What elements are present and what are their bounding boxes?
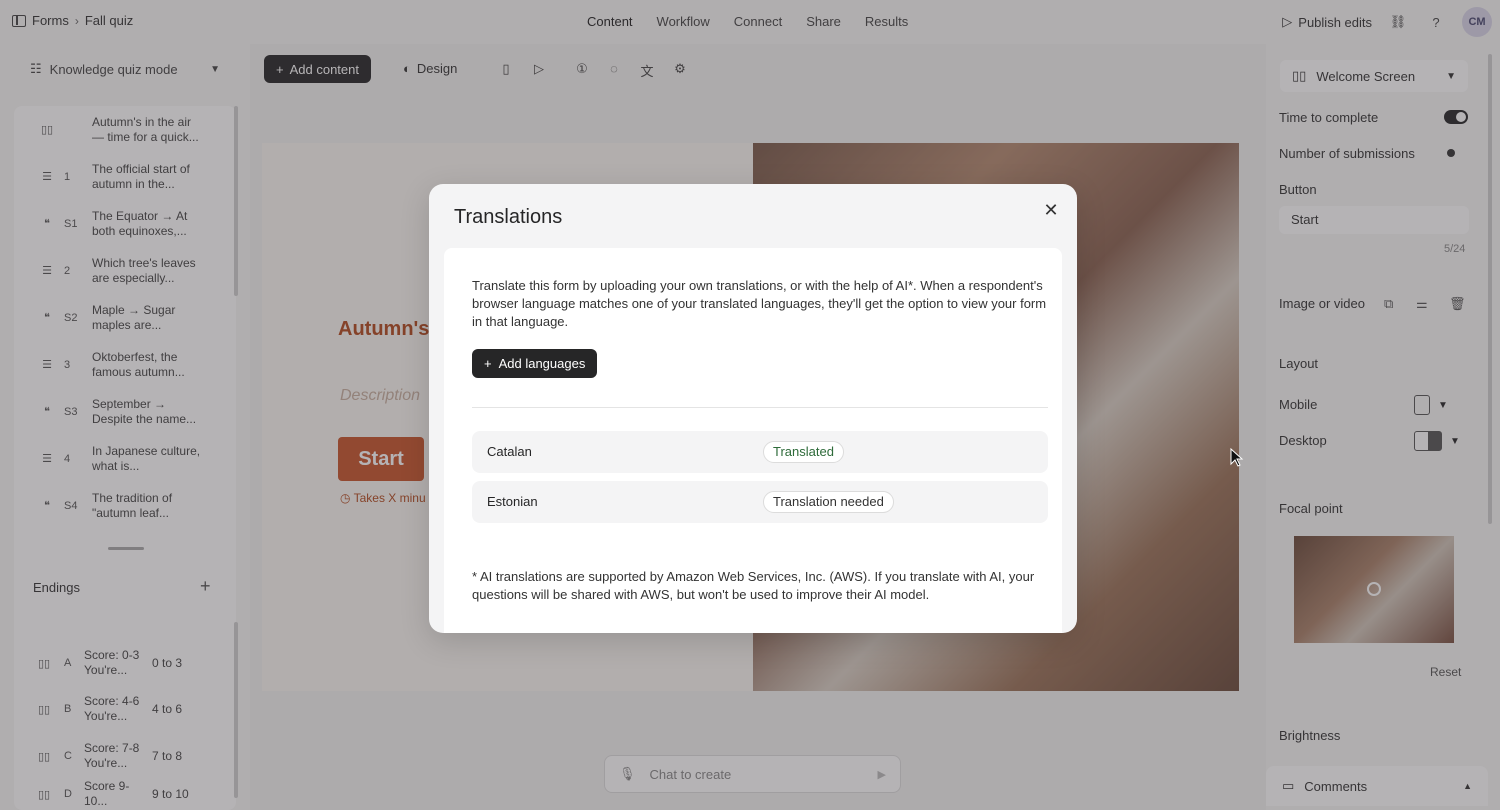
ai-footnote: * AI translations are supported by Amazo… bbox=[472, 569, 1035, 602]
divider bbox=[472, 407, 1048, 408]
add-languages-button[interactable]: + Add languages bbox=[472, 349, 598, 378]
language-name: Estonian bbox=[487, 494, 538, 509]
plus-icon: + bbox=[484, 356, 492, 371]
close-icon[interactable]: ✕ bbox=[1040, 199, 1062, 221]
dialog-body: Translate this form by uploading your ow… bbox=[444, 248, 1062, 633]
status-badge: Translated bbox=[763, 441, 844, 463]
translations-intro: Translate this form by uploading your ow… bbox=[472, 278, 1047, 329]
translations-dialog: Translations ✕ Translate this form by up… bbox=[429, 184, 1077, 633]
mouse-cursor-icon bbox=[1230, 448, 1244, 467]
language-name: Catalan bbox=[487, 444, 532, 459]
status-badge: Translation needed bbox=[763, 491, 894, 513]
language-row-catalan[interactable]: Catalan Translated bbox=[472, 431, 1048, 473]
language-row-estonian[interactable]: Estonian Translation needed bbox=[472, 481, 1048, 523]
dialog-title: Translations bbox=[454, 206, 563, 228]
add-languages-label: Add languages bbox=[498, 356, 586, 371]
